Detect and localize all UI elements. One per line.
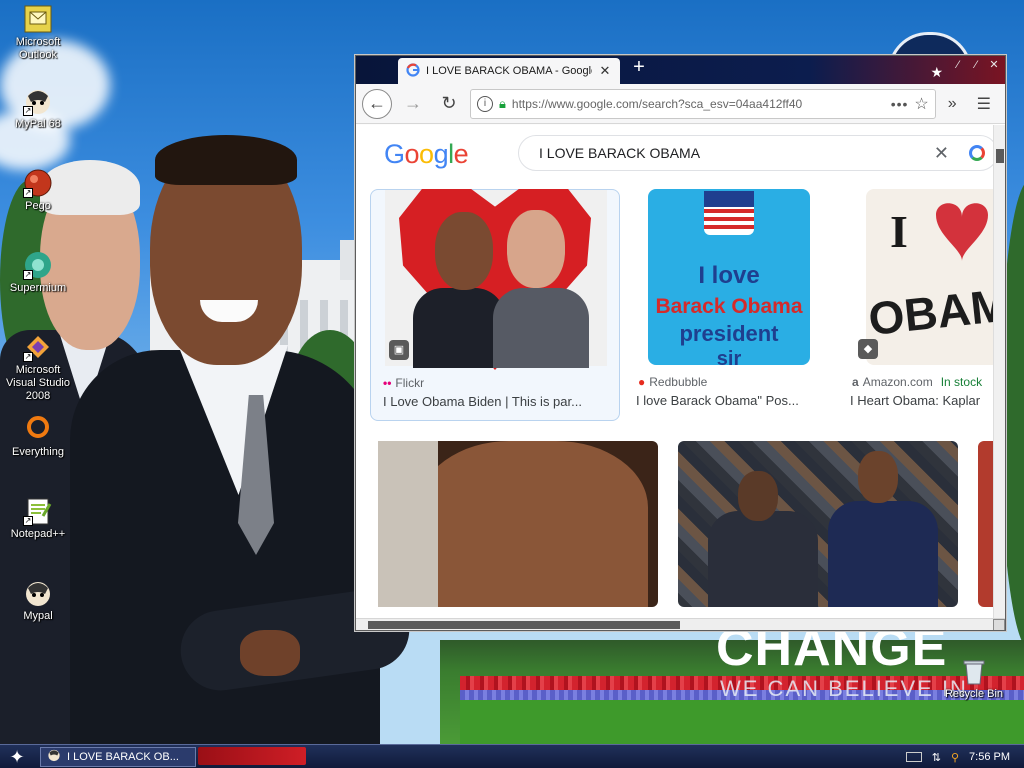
mypal-icon <box>23 578 53 608</box>
tab-close-icon[interactable]: ✕ <box>598 63 612 79</box>
clear-search-icon[interactable]: ✕ <box>934 143 949 164</box>
obama-face <box>435 212 493 290</box>
image-badge-icon: ▣ <box>389 340 409 360</box>
image-result-thumbnail[interactable] <box>678 441 958 607</box>
book-title: OBAMA <box>866 275 994 345</box>
result-source[interactable]: •• Flickr <box>383 376 424 390</box>
result-caption[interactable]: I Heart Obama: Kaplar <box>850 393 994 408</box>
desktop-icon-outlook[interactable]: Microsoft Outlook <box>0 4 76 62</box>
image-result-card[interactable]: ▣ •• Flickr I Love Obama Biden | This is… <box>370 189 620 421</box>
google-search-box[interactable]: I LOVE BARACK OBAMA ✕ <box>518 135 998 171</box>
hamburger-menu-icon[interactable]: ☰ <box>969 94 999 114</box>
taskbar: ✦ I LOVE BARACK OB... ⇅ ⚲ 7:56 PM <box>0 744 1024 768</box>
poster-line-2: Barack Obama <box>655 295 802 318</box>
url-text[interactable]: https://www.google.com/search?sca_esv=04… <box>512 97 885 111</box>
image-result-card[interactable]: I OBAMA ◆ a Amazon.com In stock I Heart … <box>850 189 994 421</box>
arrow-left-icon: ← <box>368 93 386 113</box>
amazon-icon: a <box>852 375 859 389</box>
result-source[interactable]: a Amazon.com In stock <box>852 375 982 389</box>
navigation-toolbar: ← → ↻ i 🔒︎ https://www.google.com/search… <box>356 84 1005 124</box>
google-favicon-icon <box>406 62 420 80</box>
system-tray: ⇅ ⚲ 7:56 PM <box>896 745 1024 768</box>
mypal-icon <box>47 748 61 765</box>
notepadpp-icon: ↗ <box>23 496 53 526</box>
poster-line-4: sir <box>717 348 742 365</box>
redbubble-icon: ● <box>638 375 646 389</box>
search-input[interactable]: I LOVE BARACK OBAMA <box>539 145 934 161</box>
pego-icon: ↗ <box>23 168 53 198</box>
bookmark-star-icon[interactable]: ☆ <box>914 94 928 114</box>
book-letter-i: I <box>890 206 908 257</box>
minimize-icon[interactable]: ⁄ <box>951 58 965 72</box>
browser-window[interactable]: I LOVE BARACK OBAMA - Google S ✕ + ★ ⁄ ⁄… <box>355 55 1006 631</box>
biden-face <box>507 210 565 288</box>
result-thumbnail[interactable]: I love Barack Obama president sir <box>648 189 810 365</box>
result-caption[interactable]: I love Barack Obama" Pos... <box>636 393 826 408</box>
browser-titlebar[interactable]: I LOVE BARACK OBAMA - Google S ✕ + ★ ⁄ ⁄… <box>356 56 1005 84</box>
desktop-icon-recycle-bin[interactable]: Recycle Bin <box>936 656 1012 701</box>
google-header: Google I LOVE BARACK OBAMA ✕ <box>356 125 998 189</box>
image-result-thumbnail[interactable] <box>978 441 994 607</box>
url-bar[interactable]: i 🔒︎ https://www.google.com/search?sca_e… <box>470 88 936 119</box>
everything-search-icon <box>23 414 53 444</box>
star-decoration-icon: ★ <box>930 64 943 80</box>
result-caption[interactable]: I Love Obama Biden | This is par... <box>383 394 613 409</box>
wallpaper-grass <box>460 700 1024 744</box>
google-lens-icon[interactable] <box>969 145 985 161</box>
forward-button[interactable]: → <box>398 89 428 119</box>
visual-studio-icon: ↗ <box>23 332 53 362</box>
image-result-card[interactable]: I love Barack Obama president sir ● Redb… <box>636 189 826 421</box>
desktop-icon-everything[interactable]: Everything <box>0 414 76 459</box>
network-icon[interactable]: ⇅ <box>932 751 941 764</box>
start-star-icon: ✦ <box>9 746 25 767</box>
resize-grip-icon[interactable] <box>993 619 1005 630</box>
taskbar-decoration <box>198 747 306 765</box>
poster-line-1: I love <box>698 262 759 289</box>
start-button[interactable]: ✦ <box>0 745 34 768</box>
maximize-icon[interactable]: ⁄ <box>969 58 983 72</box>
in-stock-badge: In stock <box>940 375 983 389</box>
desktop-icon-mypal[interactable]: Mypal <box>0 578 76 623</box>
desktop-icon-pego[interactable]: ↗ Pego <box>0 168 76 213</box>
info-icon[interactable]: i <box>477 95 493 112</box>
desktop-icon-visual-studio[interactable]: ↗ Microsoft Visual Studio 2008 <box>0 332 76 403</box>
back-button[interactable]: ← <box>362 88 392 119</box>
desktop-icon-supermium[interactable]: ↗ Supermium <box>0 250 76 295</box>
reload-icon: ↻ <box>441 93 457 113</box>
taskbar-item-browser[interactable]: I LOVE BARACK OB... <box>40 746 196 767</box>
outlook-icon <box>23 4 53 34</box>
scrollbar-thumb[interactable] <box>368 621 680 629</box>
image-badge-icon: ◆ <box>858 339 878 359</box>
recycle-bin-icon <box>959 656 989 686</box>
vertical-scrollbar[interactable] <box>993 125 1005 619</box>
desktop-icon-mypal68[interactable]: ↗ MyPal 68 <box>0 86 76 131</box>
image-results: ▣ •• Flickr I Love Obama Biden | This is… <box>356 189 994 619</box>
horizontal-scrollbar[interactable] <box>356 618 1005 630</box>
wallpaper-change-subtitle: WE CAN BELIEVE IN <box>720 676 968 701</box>
clock[interactable]: 7:56 PM <box>969 751 1010 763</box>
result-source[interactable]: ● Redbubble <box>638 375 707 389</box>
poster-line-3: president <box>679 321 779 346</box>
google-logo[interactable]: Google <box>384 139 469 170</box>
result-thumbnail[interactable]: I OBAMA <box>866 189 994 365</box>
arrow-right-icon: → <box>404 93 422 113</box>
reload-button[interactable]: ↻ <box>434 89 464 119</box>
desktop-icon-notepadpp[interactable]: ↗ Notepad++ <box>0 496 76 541</box>
close-window-icon[interactable]: ✕ <box>987 58 1001 72</box>
lock-icon: 🔒︎ <box>499 95 506 111</box>
overflow-chevron-icon[interactable]: » <box>942 95 963 113</box>
supermium-icon: ↗ <box>23 250 53 280</box>
image-result-thumbnail[interactable] <box>378 441 658 607</box>
page-actions-icon[interactable]: ••• <box>891 96 909 112</box>
everything-tray-icon[interactable]: ⚲ <box>951 751 959 764</box>
browser-tab[interactable]: I LOVE BARACK OBAMA - Google S ✕ <box>398 58 620 84</box>
keyboard-layout-icon[interactable] <box>905 752 922 762</box>
mypal-icon: ↗ <box>23 86 53 116</box>
tab-title: I LOVE BARACK OBAMA - Google S <box>426 65 592 77</box>
new-tab-button[interactable]: + <box>628 56 650 80</box>
flickr-icon: •• <box>383 376 392 390</box>
result-thumbnail[interactable] <box>385 189 607 370</box>
